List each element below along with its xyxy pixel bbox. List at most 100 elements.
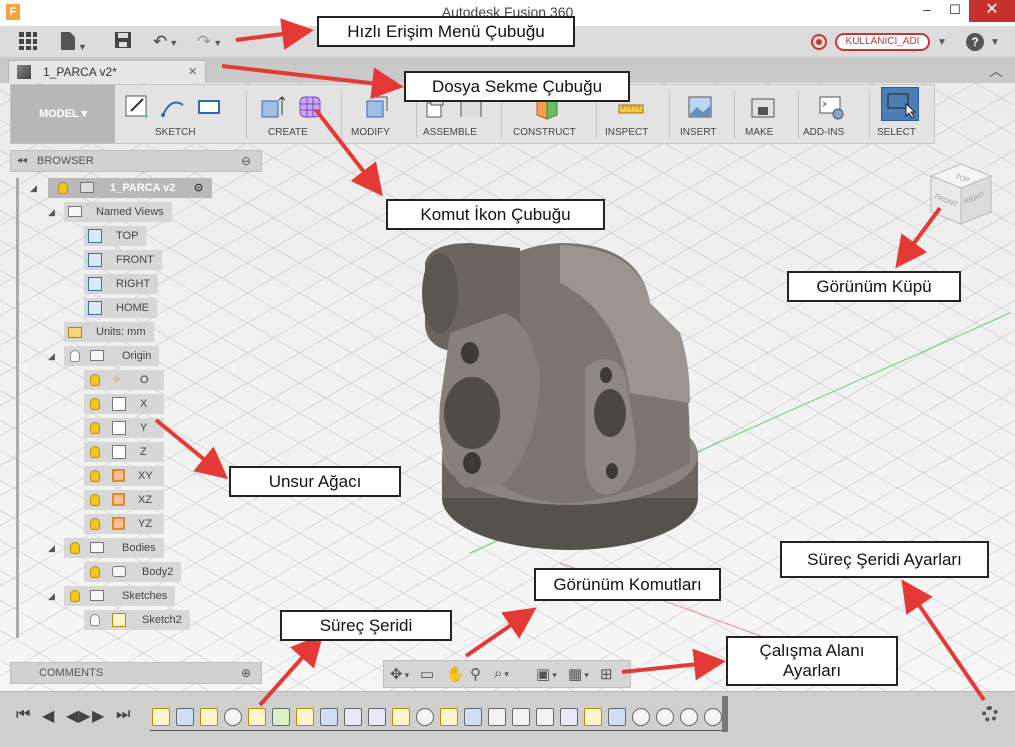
go-to-end-icon[interactable]: ⏭ bbox=[116, 706, 130, 724]
tree-node-view-home[interactable]: HOME bbox=[84, 298, 157, 318]
user-dropdown-icon[interactable]: ▼ bbox=[935, 31, 947, 53]
view-cube[interactable]: TOP FRONT RIGHT bbox=[925, 160, 997, 232]
tree-node-sketches[interactable]: Sketches bbox=[64, 586, 176, 606]
tree-node-units[interactable]: Units: mm bbox=[64, 322, 154, 342]
visibility-bulb-icon[interactable] bbox=[90, 422, 100, 434]
visibility-bulb-icon[interactable] bbox=[90, 494, 100, 506]
visibility-bulb-icon[interactable] bbox=[70, 542, 80, 554]
expand-icon[interactable]: ◢ bbox=[48, 543, 55, 554]
visibility-bulb-icon[interactable] bbox=[90, 470, 100, 482]
play-icon[interactable]: ▶ bbox=[92, 706, 104, 726]
timeline-fillet-item[interactable] bbox=[632, 708, 650, 726]
create-sketch-icon[interactable]: + bbox=[123, 93, 151, 123]
tree-node-view-top[interactable]: TOP bbox=[84, 226, 147, 246]
tree-node-bodies[interactable]: Bodies bbox=[64, 538, 164, 558]
select-icon[interactable] bbox=[881, 87, 919, 121]
user-account-badge[interactable]: KULLANICI_ADI bbox=[835, 33, 930, 51]
tree-node-sketch[interactable]: Sketch2 bbox=[84, 610, 190, 630]
minimize-button[interactable]: – bbox=[912, 0, 942, 22]
display-settings-icon[interactable]: ▣ ▾ bbox=[536, 665, 557, 683]
tree-node-xz-plane[interactable]: XZ bbox=[84, 490, 164, 510]
timeline-pattern-item[interactable] bbox=[368, 708, 386, 726]
add-ins-group[interactable]: ADD-INS bbox=[803, 89, 863, 141]
create-group[interactable]: CREATE bbox=[256, 89, 336, 141]
pan-icon[interactable]: ✋ bbox=[446, 665, 465, 683]
grid-menu-icon[interactable] bbox=[18, 31, 38, 53]
tree-root-node[interactable]: 1_PARCA v2 ⊙ bbox=[48, 178, 212, 198]
play-back-icon[interactable]: ◀▶ bbox=[66, 706, 91, 726]
timeline-revolve-item[interactable] bbox=[416, 708, 434, 726]
make-group[interactable]: MAKE bbox=[741, 89, 791, 141]
extrude-icon[interactable] bbox=[258, 93, 286, 121]
visibility-bulb-icon[interactable] bbox=[70, 590, 80, 602]
fit-icon[interactable]: ⌕ ▾ bbox=[494, 665, 509, 682]
go-to-start-icon[interactable]: ⏮ bbox=[16, 706, 30, 724]
scripts-icon[interactable] bbox=[817, 93, 845, 121]
workspace-switcher[interactable]: MODEL ▾ bbox=[11, 85, 115, 143]
timeline-extrude-item[interactable] bbox=[464, 708, 482, 726]
help-icon[interactable]: ? bbox=[966, 33, 984, 51]
expand-icon[interactable]: ◢ bbox=[48, 351, 55, 362]
timeline-fillet-item[interactable] bbox=[704, 708, 722, 726]
timeline-pattern-item[interactable] bbox=[560, 708, 578, 726]
save-icon[interactable] bbox=[114, 31, 132, 53]
tree-node-view-front[interactable]: FRONT bbox=[84, 250, 162, 270]
visibility-bulb-icon[interactable] bbox=[90, 398, 100, 410]
tree-node-body[interactable]: Body2 bbox=[84, 562, 182, 582]
redo-icon[interactable]: ↷ ▼ bbox=[197, 31, 222, 53]
expand-icon[interactable]: ◢ bbox=[30, 183, 37, 194]
timeline-sketch-item[interactable] bbox=[584, 708, 602, 726]
timeline-fillet-item[interactable] bbox=[680, 708, 698, 726]
expand-icon[interactable]: ◢ bbox=[48, 207, 55, 218]
minimize-panel-icon[interactable]: ⊖ bbox=[241, 151, 251, 171]
chevron-up-icon[interactable]: ︿ bbox=[989, 61, 1003, 81]
visibility-bulb-icon[interactable] bbox=[90, 374, 100, 386]
tree-node-z-axis[interactable]: Z bbox=[84, 442, 164, 462]
timeline-fillet-item[interactable] bbox=[656, 708, 674, 726]
close-button[interactable]: ✕ bbox=[969, 0, 1015, 22]
visibility-bulb-icon[interactable] bbox=[90, 518, 100, 530]
timeline-plane-item[interactable] bbox=[272, 708, 290, 726]
sketch-group[interactable]: + SKETCH bbox=[121, 89, 220, 141]
close-tab-icon[interactable]: × bbox=[188, 63, 197, 80]
timeline-hole-item[interactable] bbox=[512, 708, 530, 726]
tree-node-origin[interactable]: Origin bbox=[64, 346, 160, 366]
document-tab[interactable]: 1_PARCA v2* × bbox=[8, 60, 206, 83]
maximize-button[interactable]: ☐ bbox=[940, 0, 970, 22]
visibility-bulb-icon[interactable] bbox=[58, 182, 68, 194]
visibility-bulb-icon[interactable] bbox=[90, 446, 100, 458]
timeline-revolve-item[interactable] bbox=[224, 708, 242, 726]
timeline-extrude-item[interactable] bbox=[320, 708, 338, 726]
press-pull-icon[interactable] bbox=[363, 93, 391, 121]
modify-group[interactable]: MODIFY bbox=[351, 89, 411, 141]
tree-node-view-right[interactable]: RIGHT bbox=[84, 274, 159, 294]
record-icon[interactable] bbox=[811, 34, 827, 50]
tree-node-xy-plane[interactable]: XY bbox=[84, 466, 164, 486]
visibility-bulb-icon[interactable] bbox=[70, 350, 80, 362]
form-icon[interactable] bbox=[296, 93, 324, 121]
timeline-marker[interactable] bbox=[722, 696, 728, 732]
tree-node-y-axis[interactable]: Y bbox=[84, 418, 164, 438]
timeline-extrude-item[interactable] bbox=[608, 708, 626, 726]
visibility-bulb-icon[interactable] bbox=[90, 614, 100, 626]
zoom-icon[interactable]: ⚲ bbox=[470, 665, 481, 683]
orbit-icon[interactable]: ✥ ▾ bbox=[390, 665, 409, 683]
help-dropdown-icon[interactable]: ▼ bbox=[988, 31, 1000, 53]
visibility-bulb-icon[interactable] bbox=[90, 566, 100, 578]
timeline-sketch-item[interactable] bbox=[392, 708, 410, 726]
timeline-extrude-item[interactable] bbox=[176, 708, 194, 726]
3d-print-icon[interactable] bbox=[749, 93, 777, 121]
comments-panel[interactable]: COMMENTS ⊕ bbox=[10, 662, 262, 684]
tree-node-yz-plane[interactable]: YZ bbox=[84, 514, 164, 534]
timeline-sketch-item[interactable] bbox=[152, 708, 170, 726]
sketch-line-icon[interactable] bbox=[159, 93, 187, 121]
timeline-sketch-item[interactable] bbox=[200, 708, 218, 726]
expand-icon[interactable]: ◢ bbox=[48, 591, 55, 602]
timeline-hole-item[interactable] bbox=[488, 708, 506, 726]
look-at-icon[interactable]: ▭ bbox=[420, 665, 434, 683]
browser-header[interactable]: ◂◂ BROWSER ⊖ bbox=[10, 150, 262, 172]
step-back-icon[interactable]: ◀ bbox=[42, 706, 54, 726]
timeline-hole-item[interactable] bbox=[536, 708, 554, 726]
activate-radio-icon[interactable]: ⊙ bbox=[194, 178, 203, 198]
select-group[interactable]: SELECT bbox=[873, 87, 933, 141]
